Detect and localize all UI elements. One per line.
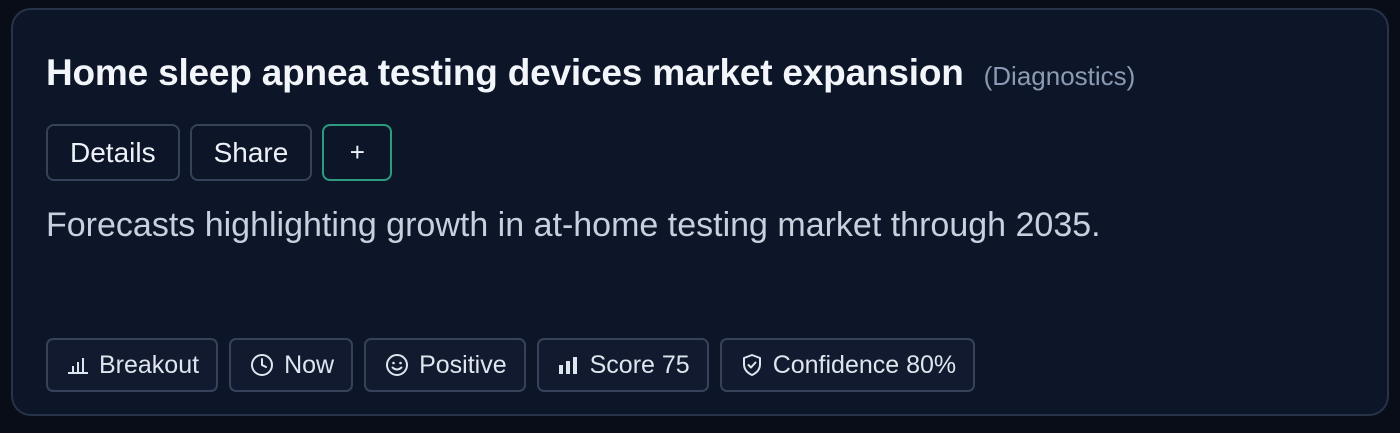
bar-chart-thin-icon <box>67 356 89 374</box>
action-bar: Details Share + <box>46 124 393 181</box>
tag-sentiment: Positive <box>364 338 526 392</box>
clock-icon <box>250 353 274 377</box>
tag-timing: Now <box>229 338 354 392</box>
card-title: Home sleep apnea testing devices market … <box>46 52 964 93</box>
trend-card: Home sleep apnea testing devices market … <box>11 8 1389 416</box>
smiley-icon <box>385 353 409 377</box>
card-description: Forecasts highlighting growth in at-home… <box>46 206 1101 244</box>
bar-chart-bold-icon <box>558 356 580 374</box>
tag-score: Score 75 <box>536 338 709 392</box>
card-header: Home sleep apnea testing devices market … <box>46 52 1135 94</box>
add-button[interactable]: + <box>322 124 393 181</box>
tag-breakout: Breakout <box>46 338 219 392</box>
tag-label: Positive <box>419 350 507 379</box>
category-label: (Diagnostics) <box>983 61 1136 91</box>
tag-label: Confidence 80% <box>772 350 957 379</box>
tag-row: Breakout Now Positive Score 75 Confidenc… <box>46 338 976 392</box>
details-button[interactable]: Details <box>46 124 180 181</box>
tag-label: Breakout <box>99 350 200 379</box>
tag-confidence: Confidence 80% <box>719 338 976 392</box>
share-button[interactable]: Share <box>189 124 313 181</box>
shield-check-icon <box>741 353 763 377</box>
tag-label: Now <box>284 350 335 379</box>
tag-label: Score 75 <box>589 350 690 379</box>
